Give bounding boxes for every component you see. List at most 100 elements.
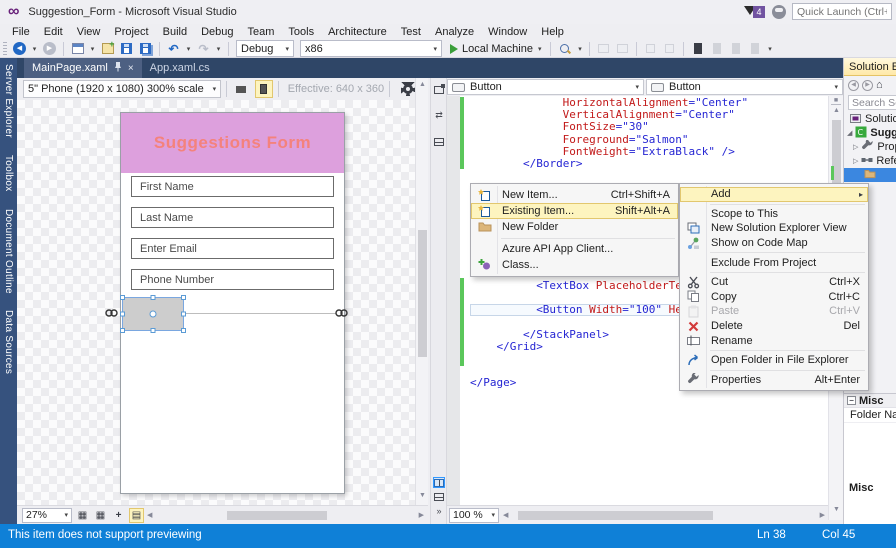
device-selector-dropdown[interactable]: 5" Phone (1920 x 1080) 300% scale▾ — [23, 80, 221, 98]
close-icon[interactable]: × — [128, 63, 134, 74]
menu-item-show-on-code-map[interactable]: Show on Code Map — [680, 236, 868, 251]
code-line[interactable]: </Border> — [470, 158, 826, 170]
pop-out-pane-icon[interactable] — [433, 84, 445, 95]
menu-item-add[interactable]: Add▸ — [680, 187, 868, 202]
menu-tools[interactable]: Tools — [281, 25, 321, 39]
form-textbox-last-name[interactable]: Last Name — [131, 207, 334, 228]
editor-hscroll-left-arrow[interactable]: ◀ — [503, 511, 508, 519]
menu-analyze[interactable]: Analyze — [428, 25, 481, 39]
design-canvas[interactable]: Suggestions Form First Name Last Name Ente… — [17, 100, 415, 505]
uncomment-button[interactable] — [614, 41, 631, 57]
property-row-folder-name[interactable]: Folder Name — [844, 408, 896, 423]
tree-item-solution-suggestion-form[interactable]: Solution 'Suggestion_Form' — [844, 112, 896, 126]
menu-item-existing-item[interactable]: Existing Item...Shift+Alt+A — [471, 203, 678, 219]
new-project-button[interactable] — [69, 41, 86, 57]
clear-bookmarks-button[interactable] — [746, 41, 763, 57]
code-line[interactable] — [470, 170, 826, 182]
quick-launch-input[interactable] — [792, 3, 892, 20]
right-anchor-icon[interactable] — [335, 307, 348, 319]
navigate-back-dropdown[interactable]: ▾ — [30, 41, 39, 57]
toggle-bookmark-button[interactable] — [689, 41, 706, 57]
editor-hscroll-right-arrow[interactable]: ▶ — [820, 511, 825, 519]
menu-item-cut[interactable]: CutCtrl+X — [680, 275, 868, 290]
toolbar-grip[interactable] — [3, 42, 7, 56]
new-project-dropdown[interactable]: ▾ — [88, 41, 97, 57]
designer-vertical-scrollbar[interactable]: ▲ ▼ — [415, 78, 428, 505]
menu-file[interactable]: File — [5, 25, 37, 39]
tool-tab-document-outline[interactable]: Document Outline — [3, 209, 14, 294]
home-icon[interactable]: ⌂ — [876, 79, 883, 91]
menu-item-new-solution-explorer-view[interactable]: New Solution Explorer View — [680, 221, 868, 236]
designer-settings-gear-icon[interactable] — [401, 82, 415, 96]
menu-item-open-folder-in-file-explorer[interactable]: Open Folder in File Explorer — [680, 353, 868, 368]
center-handle[interactable] — [150, 311, 157, 318]
menu-architecture[interactable]: Architecture — [321, 25, 394, 39]
menu-item-scope-to-this[interactable]: Scope to This — [680, 207, 868, 222]
toolbar-overflow-dropdown[interactable]: ▾ — [575, 41, 584, 57]
menu-project[interactable]: Project — [107, 25, 155, 39]
designer-code-splitter[interactable]: ⇄ » — [430, 78, 447, 524]
notifications-flag-icon[interactable]: 4 — [744, 4, 766, 20]
designer-horizontal-scrollbar[interactable] — [157, 510, 413, 521]
tool-tab-server-explorer[interactable]: Server Explorer — [3, 64, 14, 138]
show-grid-icon[interactable]: ▦ — [75, 508, 90, 523]
menu-test[interactable]: Test — [394, 25, 428, 39]
tree-item-properties[interactable]: ▷Properties — [844, 140, 896, 154]
tool-tab-toolbox[interactable]: Toolbox — [3, 155, 14, 192]
menu-item-class[interactable]: Class... — [471, 257, 678, 273]
back-button[interactable]: ◀ — [848, 80, 859, 91]
menu-item-paste[interactable]: PasteCtrl+V — [680, 304, 868, 319]
designer-hscroll-right-arrow[interactable]: ▶ — [419, 511, 424, 519]
menu-item-rename[interactable]: Rename — [680, 333, 868, 348]
tool-tab-data-sources[interactable]: Data Sources — [3, 310, 14, 374]
artboard-background-toggle-icon[interactable]: ▤ — [129, 508, 144, 523]
increase-indent-button[interactable] — [661, 41, 678, 57]
solution-explorer-title[interactable]: Solution Explorer — [844, 58, 896, 76]
editor-horizontal-scrollbar[interactable] — [514, 510, 813, 521]
redo-dropdown[interactable]: ▾ — [214, 41, 223, 57]
property-category-row[interactable]: − Misc — [844, 394, 896, 408]
previous-bookmark-button[interactable] — [708, 41, 725, 57]
menu-window[interactable]: Window — [481, 25, 534, 39]
undo-button[interactable]: ↶ — [165, 41, 182, 57]
form-textbox-phone-number[interactable]: Phone Number — [131, 269, 334, 290]
tree-item-selected-folder[interactable] — [844, 168, 896, 182]
solution-configuration-dropdown[interactable]: Debug▾ — [236, 40, 294, 57]
form-header[interactable]: Suggestions Form — [121, 113, 344, 173]
split-editor-grip[interactable]: ■ — [831, 97, 841, 105]
expander-icon[interactable]: ▷ — [853, 157, 858, 165]
toolbar-overflow2-dropdown[interactable]: ▾ — [765, 41, 774, 57]
menu-item-delete[interactable]: DeleteDel — [680, 319, 868, 334]
menu-item-azure-api-app-client[interactable]: Azure API App Client... — [471, 241, 678, 257]
horizontal-split-toggle[interactable] — [433, 491, 445, 502]
solution-platform-dropdown[interactable]: x86▾ — [300, 40, 442, 57]
menu-help[interactable]: Help — [534, 25, 571, 39]
menu-team[interactable]: Team — [241, 25, 282, 39]
undo-dropdown[interactable]: ▾ — [184, 41, 193, 57]
menu-build[interactable]: Build — [156, 25, 194, 39]
save-button[interactable] — [118, 41, 135, 57]
pin-icon[interactable] — [114, 61, 122, 75]
menu-item-exclude-from-project[interactable]: Exclude From Project — [680, 255, 868, 270]
landscape-orientation-button[interactable] — [232, 80, 250, 98]
solution-search-input[interactable]: Search Solution Explorer — [848, 95, 896, 110]
add-new-item-button[interactable] — [99, 41, 116, 57]
expander-icon[interactable]: ▷ — [853, 143, 858, 151]
expander-icon[interactable]: ◢ — [847, 129, 852, 137]
form-textbox-first-name[interactable]: First Name — [131, 176, 334, 197]
find-in-files-button[interactable] — [556, 41, 573, 57]
menu-item-new-item[interactable]: New Item...Ctrl+Shift+A — [471, 187, 678, 203]
menu-view[interactable]: View — [70, 25, 108, 39]
designer-hscroll-left-arrow[interactable]: ◀ — [147, 511, 152, 519]
forward-button[interactable]: ▶ — [862, 80, 873, 91]
menu-item-properties[interactable]: PropertiesAlt+Enter — [680, 373, 868, 388]
types-dropdown[interactable]: Button ▾ — [447, 79, 644, 95]
menu-item-copy[interactable]: CopyCtrl+C — [680, 290, 868, 305]
form-textbox-enter-email[interactable]: Enter Email — [131, 238, 334, 259]
editor-zoom-dropdown[interactable]: 100 %▾ — [449, 508, 499, 523]
menu-debug[interactable]: Debug — [194, 25, 240, 39]
comment-button[interactable] — [595, 41, 612, 57]
collapse-pane-icon[interactable]: » — [433, 505, 445, 516]
feedback-icon[interactable] — [772, 5, 786, 19]
doc-tab-app.xaml.cs[interactable]: App.xaml.cs — [142, 58, 218, 78]
